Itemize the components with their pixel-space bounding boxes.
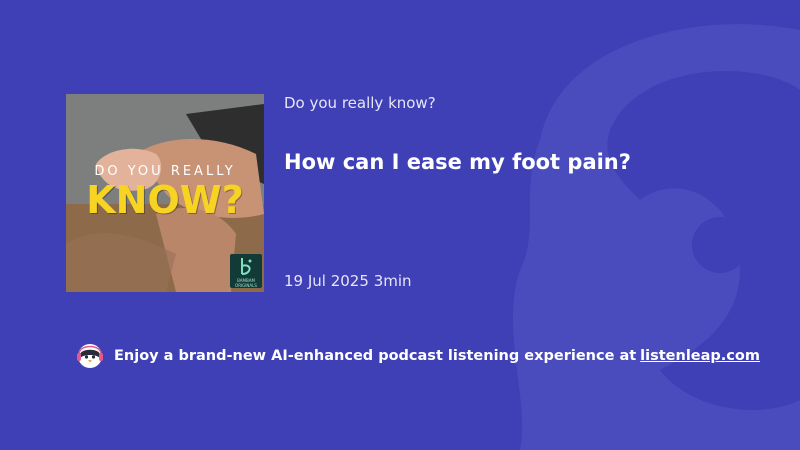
promo-text: Enjoy a brand-new AI-enhanced podcast li… [114,348,637,364]
publisher-badge-line2: ORIGINALS [235,283,257,288]
episode-date: 19 Jul 2025 [284,272,369,290]
publisher-logo-icon [241,258,252,275]
cover-title-line1: DO YOU REALLY [94,164,236,179]
promo-banner: Enjoy a brand-new AI-enhanced podcast li… [76,342,760,370]
publisher-badge: BAMBAM ORIGINALS [230,254,262,288]
listenleap-link[interactable]: listenleap.com [640,348,760,364]
podcast-name[interactable]: Do you really know? [284,94,436,112]
episode-duration: 3min [373,272,412,290]
episode-title[interactable]: How can I ease my foot pain? [284,150,631,174]
cover-title-line2: KNOW? [86,178,244,222]
episode-meta: 19 Jul 2025 3min [284,272,412,290]
penguin-headphones-icon [77,344,103,368]
podcast-cover-art[interactable]: DO YOU REALLY KNOW? BAMBAM ORIGINALS [66,94,264,292]
